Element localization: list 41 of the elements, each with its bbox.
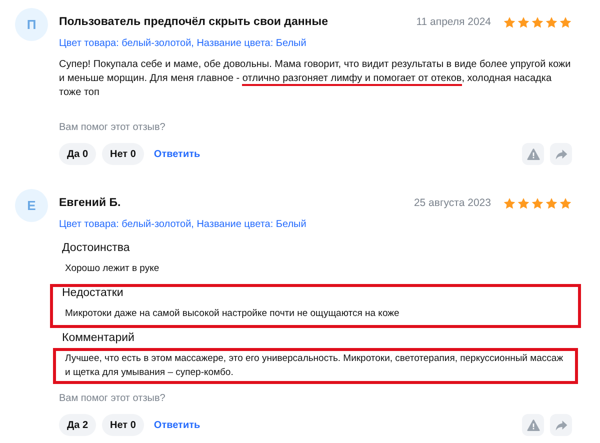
yes-button[interactable]: Да 0 xyxy=(59,143,96,165)
share-icon xyxy=(554,148,568,160)
star-icon xyxy=(545,16,558,28)
review-date: 25 августа 2023 xyxy=(414,197,491,209)
star-icon xyxy=(517,16,530,28)
report-button[interactable] xyxy=(522,414,544,436)
avatar: Е xyxy=(15,189,48,222)
star-icon xyxy=(531,196,544,210)
reply-link[interactable]: Ответить xyxy=(150,420,204,430)
star-icon xyxy=(531,16,544,28)
star-icon xyxy=(545,196,558,210)
review-date: 11 апреля 2024 xyxy=(416,16,491,28)
section-text: Хорошо лежит в руке xyxy=(64,262,160,276)
section-text: Микротоки даже на самой высокой настройке почти не ощущаются на коже xyxy=(64,307,400,321)
section-title: Комментарий xyxy=(62,332,136,344)
warning-icon xyxy=(526,418,540,432)
share-button[interactable] xyxy=(550,143,572,165)
warning-icon xyxy=(526,148,540,160)
yes-button[interactable]: Да 2 xyxy=(59,414,96,436)
report-button[interactable] xyxy=(522,143,544,165)
product-variant: Цвет товара: белый-золотой, Название цвета: Белый xyxy=(59,38,308,49)
star-icon xyxy=(559,196,572,210)
author-name: Пользователь предпочёл скрыть свои данные xyxy=(59,16,329,28)
section-title: Недостатки xyxy=(62,287,124,299)
helpful-question: Вам помог этот отзыв? xyxy=(59,122,166,133)
share-button[interactable] xyxy=(550,414,572,436)
star-icon xyxy=(503,16,516,28)
section-text: Лучшее, что есть в этом массажере, это его универсальность. Микротоки, светотерапия, перкуссионный массаж и щетка для умывания – супер-комбо. xyxy=(53,348,578,384)
avatar: П xyxy=(15,8,48,41)
star-icon xyxy=(559,16,572,28)
helpful-question: Вам помог этот отзыв? xyxy=(59,393,166,404)
star-icon xyxy=(517,196,530,210)
share-icon xyxy=(554,418,568,432)
section-title: Достоинства xyxy=(62,242,131,254)
no-button[interactable]: Нет 0 xyxy=(102,414,144,436)
author-name: Евгений Б. xyxy=(59,197,122,209)
no-button[interactable]: Нет 0 xyxy=(102,143,144,165)
reply-link[interactable]: Ответить xyxy=(150,148,204,160)
review-text: Супер! Покупала себе и маме, обе довольны. Мама говорит, что видит результаты в виде более упругой кожи и меньше морщин. Для меня главное - отлично разгоняет лимфу и помогает от отеков, холодная насадка тоже топ xyxy=(59,58,572,100)
star-icon xyxy=(503,196,516,210)
product-variant: Цвет товара: белый-золотой, Название цвета: Белый xyxy=(59,219,308,230)
